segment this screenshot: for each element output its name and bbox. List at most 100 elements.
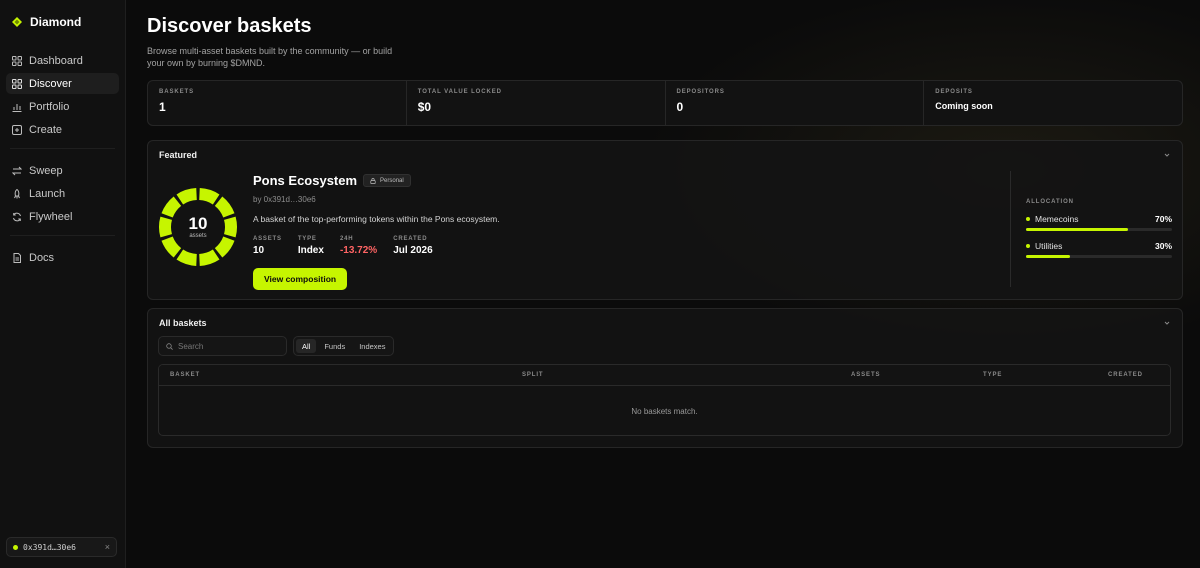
meta-label: ASSETS: [253, 236, 282, 242]
sidebar-item-label: Portfolio: [29, 100, 70, 113]
featured-header[interactable]: Featured: [148, 141, 1182, 168]
badge-label: Personal: [380, 177, 404, 184]
sidebar-item-label: Create: [29, 123, 63, 136]
filter-all[interactable]: All: [296, 339, 317, 353]
sidebar-item-dashboard[interactable]: Dashboard: [6, 50, 119, 71]
baskets-toolbar: All Funds Indexes: [158, 336, 395, 356]
column-created[interactable]: CREATED: [1108, 372, 1143, 378]
basket-name[interactable]: Pons Ecosystem: [253, 173, 357, 188]
allocation-row-utilities: Utilities 30%: [1026, 241, 1172, 258]
basket-creator: by 0x391d…30e6: [253, 195, 316, 204]
donut-center: 10 assets: [158, 187, 238, 267]
allocation-name: Utilities: [1026, 241, 1062, 251]
column-basket[interactable]: BASKET: [170, 372, 200, 378]
wallet-chip[interactable]: 0x391d…30e6 ×: [6, 537, 117, 557]
stat-value: 0: [676, 100, 684, 114]
plus-square-icon: [12, 124, 22, 135]
filter-funds[interactable]: Funds: [318, 339, 351, 353]
sidebar-item-label: Docs: [29, 251, 55, 264]
donut-label: assets: [189, 233, 207, 239]
featured-title-row: Pons Ecosystem Personal: [253, 173, 873, 188]
nav-divider: [10, 148, 115, 149]
stat-depositors: DEPOSITORS 0: [666, 81, 925, 125]
allocation-name-text: Utilities: [1035, 241, 1063, 251]
personal-badge: Personal: [363, 174, 411, 187]
sidebar-item-label: Flywheel: [29, 210, 73, 223]
connected-dot-icon: [13, 544, 18, 550]
stat-label: TOTAL VALUE LOCKED: [417, 89, 502, 95]
grid-icon: [12, 55, 22, 66]
column-assets[interactable]: ASSETS: [851, 372, 880, 378]
stat-label: BASKETS: [159, 89, 194, 95]
meta-label: 24H: [339, 236, 354, 242]
meta-label: CREATED: [393, 236, 428, 242]
meta-value: Index: [297, 245, 324, 256]
meta-created: CREATED Jul 2026: [393, 236, 432, 256]
featured-body: 10 assets Pons Ecosystem Personal by 0x3…: [148, 168, 1182, 300]
stats-strip: BASKETS 1 TOTAL VALUE LOCKED $0 DEPOSITO…: [147, 80, 1183, 126]
stat-value: $0: [417, 100, 432, 114]
search-icon: [166, 342, 173, 350]
stat-value: Coming soon: [935, 101, 993, 111]
column-split[interactable]: SPLIT: [522, 372, 544, 378]
stat-deposits: DEPOSITS Coming soon: [924, 81, 1182, 125]
sidebar-item-sweep[interactable]: Sweep: [6, 160, 119, 181]
donut-count: 10: [188, 214, 208, 233]
page-subtitle: Browse multi-asset baskets built by the …: [147, 46, 393, 68]
search-input[interactable]: [178, 341, 278, 351]
sidebar-item-create[interactable]: Create: [6, 119, 119, 140]
rocket-icon: [14, 188, 20, 198]
basket-meta: ASSETS 10 TYPE Index 24H -13.72% CREATED…: [253, 236, 873, 256]
brand[interactable]: Diamond: [6, 14, 119, 30]
featured-heading: Featured: [159, 149, 198, 160]
sidebar-item-launch[interactable]: Launch: [6, 183, 119, 204]
brand-name: Diamond: [30, 15, 82, 29]
stat-tvl: TOTAL VALUE LOCKED $0: [407, 81, 666, 125]
meta-value: -13.72%: [339, 245, 378, 256]
filter-segmented-control: All Funds Indexes: [293, 336, 395, 356]
sidebar-item-discover[interactable]: Discover: [6, 73, 119, 94]
app-root: Diamond Dashboard Discover Portfolio Cre…: [0, 0, 1200, 568]
refresh-icon: [13, 212, 21, 221]
view-composition-button[interactable]: View composition: [253, 268, 348, 290]
bullet-dot-icon: [1026, 217, 1030, 221]
allocation-bar: [1026, 255, 1172, 258]
sidebar-item-label: Discover: [29, 77, 72, 90]
bar-chart-icon: [12, 103, 22, 112]
meta-type: TYPE Index: [298, 236, 324, 256]
meta-label: TYPE: [297, 236, 317, 242]
nav-divider: [10, 235, 115, 236]
table-header: BASKET SPLIT ASSETS TYPE CREATED: [159, 365, 1170, 386]
filter-indexes[interactable]: Indexes: [353, 339, 391, 353]
main-nav: Dashboard Discover Portfolio Create Swee…: [6, 50, 119, 268]
column-type[interactable]: TYPE: [983, 372, 1002, 378]
empty-state: No baskets match.: [631, 406, 698, 416]
allocation-bar: [1026, 228, 1172, 231]
allocation-name: Memecoins: [1026, 214, 1078, 224]
diamond-logo-icon: [12, 17, 22, 27]
stat-label: DEPOSITS: [935, 89, 973, 95]
chevron-down-icon[interactable]: [1163, 319, 1171, 327]
featured-panel: Featured 10 assets Pons Ecosystem Person…: [147, 140, 1183, 300]
sidebar-item-docs[interactable]: Docs: [6, 247, 119, 268]
sidebar: Diamond Dashboard Discover Portfolio Cre…: [0, 0, 126, 568]
basket-description: A basket of the top-performing tokens wi…: [253, 214, 500, 224]
allocation-label: ALLOCATION: [1026, 199, 1074, 205]
stat-value: 1: [159, 100, 166, 114]
sidebar-item-portfolio[interactable]: Portfolio: [6, 96, 119, 117]
allocation-percent: 30%: [1154, 241, 1172, 251]
stat-baskets: BASKETS 1: [148, 81, 407, 125]
meta-value: 10: [253, 245, 265, 256]
sidebar-item-flywheel[interactable]: Flywheel: [6, 206, 119, 227]
document-icon: [13, 252, 21, 263]
sidebar-item-label: Launch: [29, 187, 66, 200]
all-baskets-heading: All baskets: [159, 317, 207, 328]
all-baskets-header[interactable]: All baskets: [148, 309, 1182, 336]
search-box[interactable]: [158, 336, 287, 356]
chevron-down-icon[interactable]: [1163, 151, 1171, 159]
meta-value: Jul 2026: [393, 245, 433, 256]
sidebar-item-label: Sweep: [29, 164, 63, 177]
disconnect-close-icon[interactable]: ×: [105, 542, 110, 552]
sidebar-item-label: Dashboard: [29, 54, 83, 67]
main-content: Discover baskets Browse multi-asset bask…: [126, 0, 1200, 568]
